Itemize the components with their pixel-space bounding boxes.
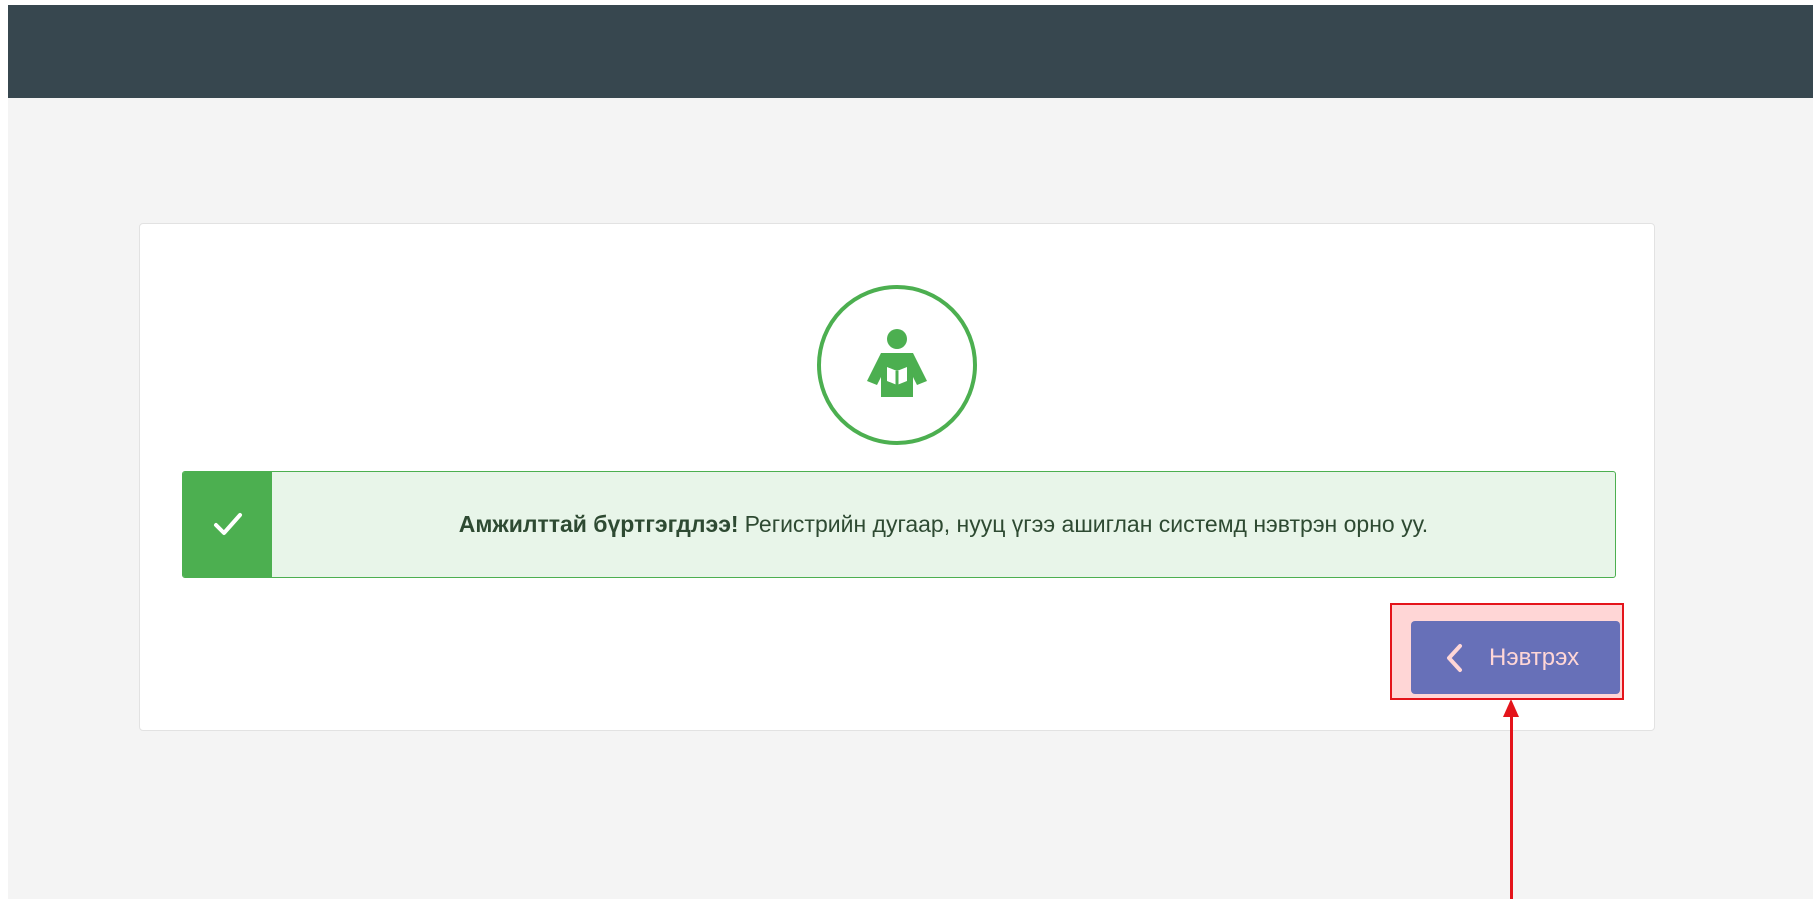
logo-circle bbox=[817, 285, 977, 445]
alert-icon-box bbox=[183, 472, 272, 577]
page-viewport: Амжилттай бүртгэгдлээ! Регистрийн дугаар… bbox=[8, 5, 1813, 899]
success-alert: Амжилттай бүртгэгдлээ! Регистрийн дугаар… bbox=[182, 471, 1616, 578]
registration-success-card: Амжилттай бүртгэгдлээ! Регистрийн дугаар… bbox=[139, 223, 1655, 731]
alert-bold-text: Амжилттай бүртгэгдлээ! bbox=[458, 511, 739, 537]
alert-body-text: Регистрийн дугаар, нууц үгээ ашиглан сис… bbox=[744, 511, 1429, 537]
check-icon bbox=[214, 513, 242, 535]
chevron-left-icon bbox=[1447, 643, 1462, 672]
login-button[interactable]: Нэвтрэх bbox=[1411, 621, 1620, 694]
reader-book-icon bbox=[867, 329, 927, 397]
alert-message: Амжилттай бүртгэгдлээ! Регистрийн дугаар… bbox=[272, 472, 1615, 577]
top-navbar bbox=[8, 5, 1813, 98]
annotation-arrow-line bbox=[1510, 715, 1513, 899]
login-button-label: Нэвтрэх bbox=[1489, 643, 1580, 671]
